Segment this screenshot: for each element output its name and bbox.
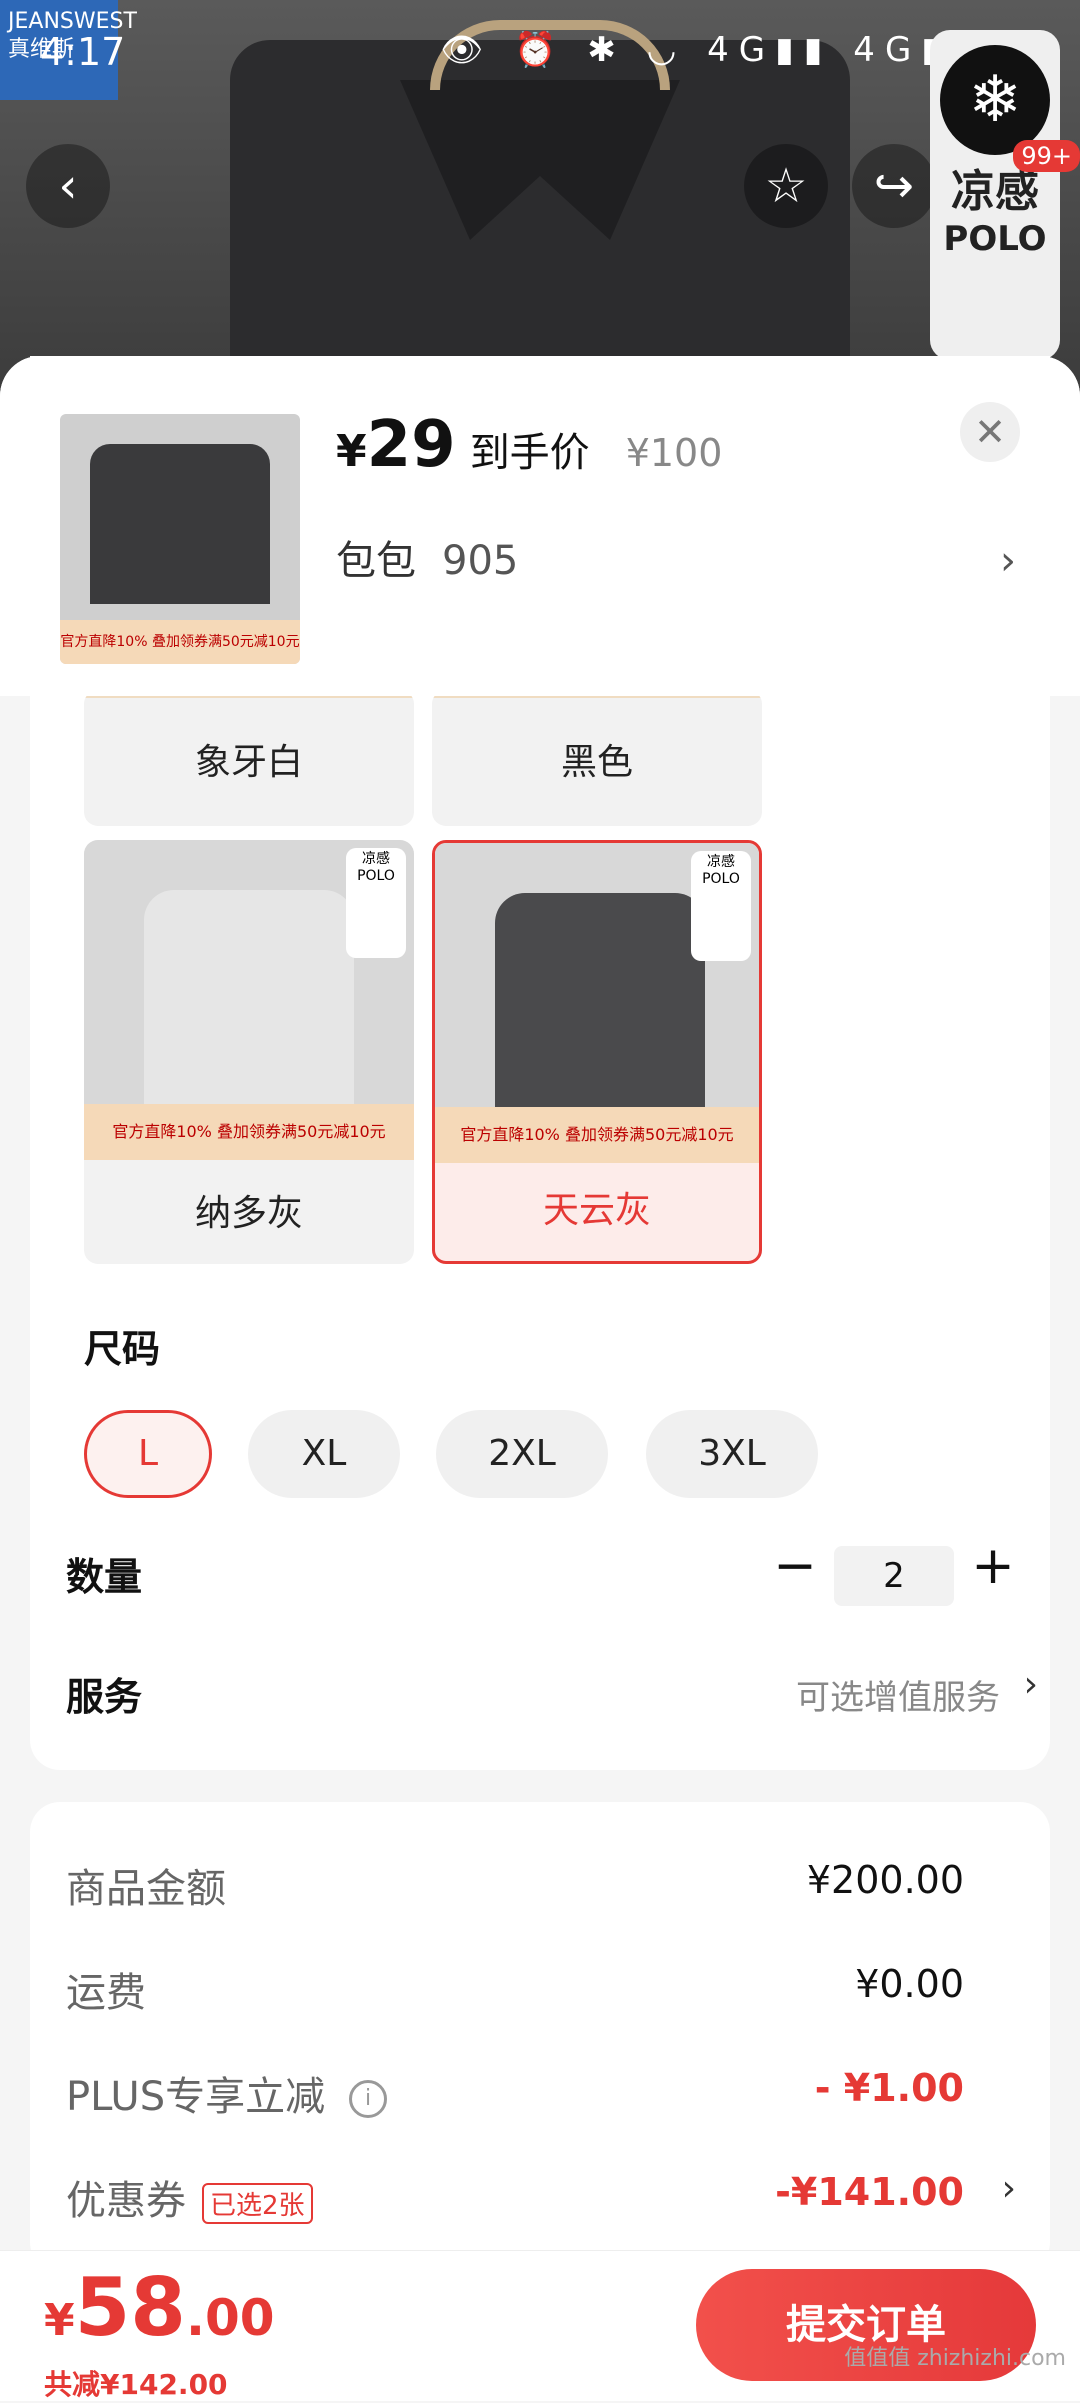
goods-amount-label: 商品金额 — [66, 1866, 226, 1912]
status-bar: 4:17 👁 ⏰ ✱ ◡ 4G▮▮ 4G▮ — [0, 20, 1080, 90]
size-option-3xl[interactable]: 3XL — [646, 1410, 818, 1498]
share-button[interactable]: ↪ — [852, 144, 936, 228]
chevron-left-icon: ‹ — [58, 158, 78, 214]
color-option-ivory[interactable]: 象牙白 — [84, 690, 414, 826]
cool-tag: 凉感 POLO — [346, 848, 406, 958]
package-label: 包包 — [336, 538, 416, 584]
quantity-decrement-button[interactable]: − — [770, 1536, 820, 1596]
chevron-right-icon: › — [1000, 538, 1016, 584]
order-summary-card: 商品金额 ¥200.00 运费 ¥0.00 PLUS专享立减 i - ¥1.00 … — [30, 1802, 1050, 2272]
total-integer: 58 — [74, 2261, 186, 2354]
plus-discount-value: - ¥1.00 — [814, 2066, 964, 2110]
size-title: 尺码 — [84, 1327, 161, 1371]
goods-amount-value: ¥200.00 — [806, 1858, 964, 1902]
coupon-value[interactable]: -¥141.00 — [775, 2170, 964, 2214]
promo-banner: 官方直降10% 叠加领券满50元减10元 — [435, 1107, 759, 1163]
snowflake-icon: ❄ — [940, 45, 1050, 155]
status-time: 4:17 — [40, 30, 126, 74]
shirt-image — [90, 444, 270, 604]
service-title: 服务 — [66, 1675, 143, 1719]
back-button[interactable]: ‹ — [26, 144, 110, 228]
star-icon: ☆ — [764, 158, 808, 214]
final-price-label: 到手价 — [469, 430, 590, 476]
size-option-l[interactable]: L — [84, 1410, 212, 1498]
coupon-label: 优惠券 — [66, 2178, 186, 2224]
package-value: 905 — [442, 538, 519, 584]
quantity-input[interactable]: 2 — [834, 1546, 954, 1606]
shirt-image — [495, 893, 705, 1113]
total-saved: 共减¥142.00 — [44, 2368, 228, 2401]
watermark: 值值值 zhizhizhi.com — [844, 2346, 1066, 2371]
service-value[interactable]: 可选增值服务 — [796, 1670, 1000, 1719]
total-decimal: .00 — [185, 2289, 275, 2347]
total-price: ¥58.00 — [44, 2261, 275, 2354]
price-row: ¥ 29 到手价 ¥100 — [336, 408, 722, 488]
promo-banner: 官方直降10% 叠加领券满50元减10元 — [84, 1104, 414, 1160]
shipping-label: 运费 — [66, 1970, 146, 2016]
thumb-promo-banner: 官方直降10% 叠加领券满50元减10元 — [60, 620, 300, 664]
size-option-xl[interactable]: XL — [248, 1410, 400, 1498]
option-image: 凉感 POLO 官方直降10% 叠加领券满50元减10元 — [84, 840, 414, 1160]
coupon-selected-badge: 已选2张 — [202, 2182, 313, 2224]
shipping-value: ¥0.00 — [855, 1962, 964, 2006]
favorite-button[interactable]: ☆ — [744, 144, 828, 228]
coupon-row[interactable]: 优惠券 已选2张 — [66, 2168, 313, 2226]
total-symbol: ¥ — [44, 2295, 75, 2346]
color-option-label: 象牙白 — [194, 742, 303, 783]
cool-subtitle: POLO — [943, 219, 1047, 259]
color-option-label: 纳多灰 — [194, 1193, 303, 1234]
size-option-2xl[interactable]: 2XL — [436, 1410, 608, 1498]
color-option-nado-grey[interactable]: 凉感 POLO 官方直降10% 叠加领券满50元减10元 纳多灰 — [84, 840, 414, 1264]
package-row[interactable]: 包包 905 › — [336, 526, 1016, 596]
product-thumbnail: 官方直降10% 叠加领券满50元减10元 — [60, 414, 300, 664]
quantity-title: 数量 — [66, 1555, 143, 1599]
color-option-sky-grey[interactable]: 凉感 POLO 官方直降10% 叠加领券满50元减10元 天云灰 — [432, 840, 762, 1264]
cool-polo-card: ❄ 凉感 POLO — [930, 30, 1060, 360]
close-button[interactable]: ✕ — [960, 402, 1020, 462]
checkout-bar: ¥58.00 共减¥142.00 提交订单 — [0, 2250, 1080, 2401]
plus-discount-label: PLUS专享立减 — [66, 2074, 326, 2120]
price-symbol: ¥ — [336, 426, 367, 477]
info-icon[interactable]: i — [349, 2080, 388, 2118]
sku-sheet: 象牙白 黑色 凉感 POLO 官方直降10% 叠加领券满50元减10元 纳多灰 … — [0, 356, 1080, 2400]
color-option-label: 黑色 — [560, 742, 633, 783]
chevron-right-icon: › — [1001, 2168, 1016, 2209]
shirt-image — [144, 890, 354, 1110]
cool-tag: 凉感 POLO — [691, 851, 751, 961]
share-icon: ↪ — [873, 158, 915, 214]
final-price: 29 — [366, 408, 456, 482]
color-option-black[interactable]: 黑色 — [432, 690, 762, 826]
color-option-label: 天云灰 — [542, 1190, 651, 1231]
close-icon: ✕ — [974, 410, 1006, 454]
quantity-increment-button[interactable]: + — [968, 1536, 1018, 1596]
plus-discount-row: PLUS专享立减 i — [66, 2064, 388, 2122]
chevron-right-icon: › — [1023, 1664, 1038, 1705]
status-icons: 👁 ⏰ ✱ ◡ 4G▮▮ 4G▮ — [440, 30, 950, 70]
original-price: ¥100 — [625, 431, 723, 475]
sheet-header: 官方直降10% 叠加领券满50元减10元 ¥ 29 到手价 ¥100 ✕ 包包 9… — [0, 356, 1080, 696]
option-image: 凉感 POLO 官方直降10% 叠加领券满50元减10元 — [435, 843, 759, 1163]
cart-count-badge: 99+ — [1013, 140, 1080, 172]
